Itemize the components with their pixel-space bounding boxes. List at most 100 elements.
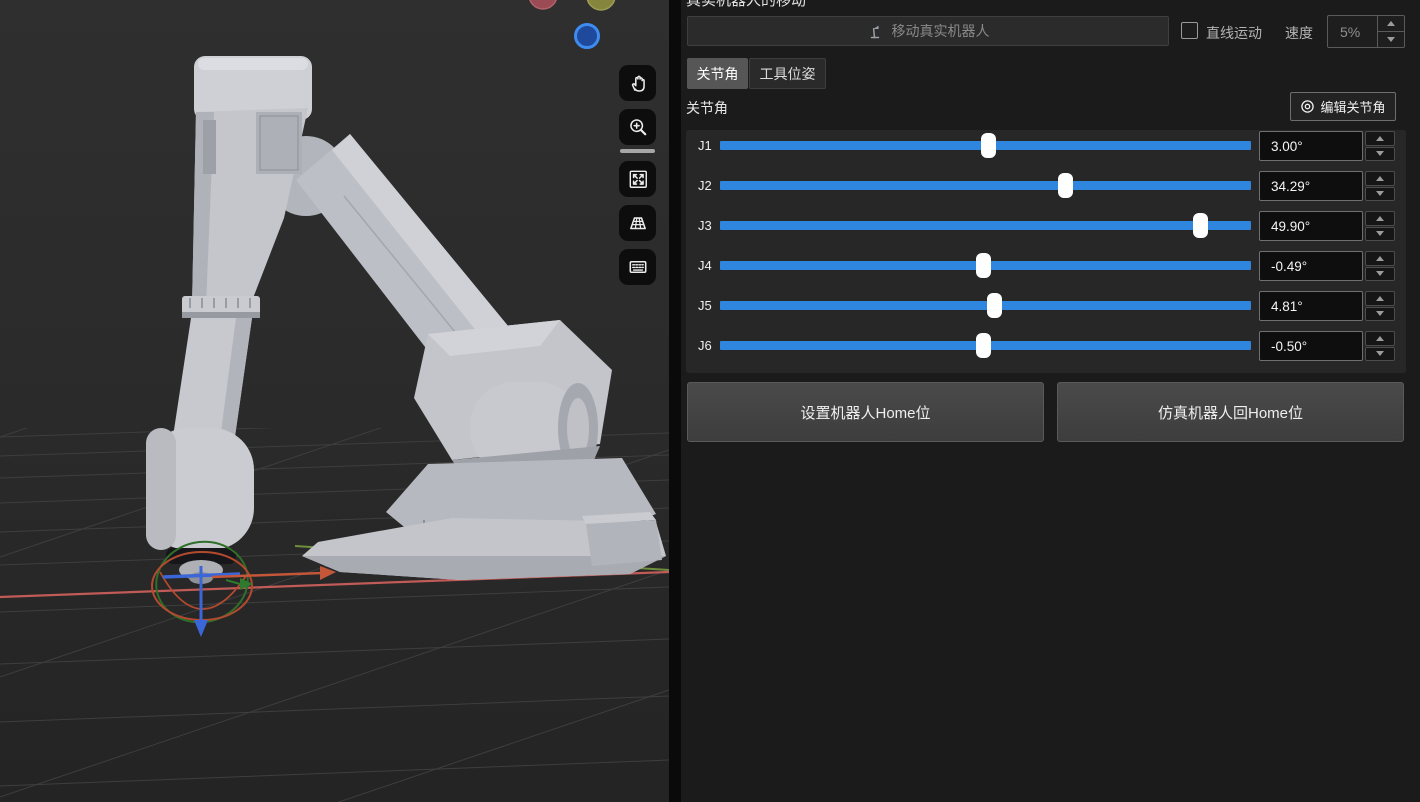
joint-row: J4 -0.49° <box>686 251 1406 281</box>
down-arrow-icon <box>1376 231 1384 236</box>
speed-increment-button[interactable] <box>1378 16 1404 31</box>
down-arrow-icon <box>1376 151 1384 156</box>
speed-spinbox: 5% <box>1327 15 1405 48</box>
toolbar-divider <box>620 149 655 153</box>
up-arrow-icon <box>1376 256 1384 261</box>
joint-slider-handle[interactable] <box>987 293 1002 318</box>
speed-spin-buttons <box>1377 16 1404 47</box>
joint-spin-buttons <box>1365 251 1395 281</box>
zoom-tool-button[interactable] <box>619 109 656 145</box>
gizmo-y-ball <box>587 0 615 10</box>
joint-slider[interactable] <box>720 221 1251 230</box>
joint-label: J4 <box>698 251 722 281</box>
move-real-robot-button[interactable]: 移动真实机器人 <box>687 16 1169 46</box>
joint-slider[interactable] <box>720 181 1251 190</box>
set-robot-home-button[interactable]: 设置机器人Home位 <box>687 382 1044 442</box>
joint-spin-buttons <box>1365 171 1395 201</box>
up-arrow-icon <box>1376 136 1384 141</box>
joint-slider-handle[interactable] <box>981 133 996 158</box>
speed-value-field[interactable]: 5% <box>1328 16 1377 47</box>
linear-motion-checkbox[interactable] <box>1181 22 1198 39</box>
joint-spinbox: 49.90° <box>1259 211 1397 241</box>
joint-value-field[interactable]: 3.00° <box>1259 131 1363 161</box>
pane-divider[interactable] <box>669 0 681 802</box>
gizmo-z-ball <box>576 25 599 48</box>
joint-slider-handle[interactable] <box>976 253 991 278</box>
speed-decrement-button[interactable] <box>1378 31 1404 47</box>
edit-joint-angles-label: 编辑关节角 <box>1320 97 1385 116</box>
joint-decrement-button[interactable] <box>1365 307 1395 322</box>
keyboard-shortcuts-button[interactable] <box>619 249 656 285</box>
joint-spin-buttons <box>1365 331 1395 361</box>
joint-spinbox: -0.49° <box>1259 251 1397 281</box>
joint-row: J5 4.81° <box>686 291 1406 321</box>
joint-value-field[interactable]: -0.50° <box>1259 331 1363 361</box>
panel-title: 真实机器人的移动 <box>686 0 806 10</box>
robot-model[interactable] <box>146 56 666 584</box>
joint-slider[interactable] <box>720 261 1251 270</box>
orientation-gizmo[interactable] <box>529 0 615 48</box>
joint-label: J5 <box>698 291 722 321</box>
joint-spinbox: 34.29° <box>1259 171 1397 201</box>
joint-increment-button[interactable] <box>1365 171 1395 186</box>
tab-tool-pose[interactable]: 工具位姿 <box>749 58 826 89</box>
joint-increment-button[interactable] <box>1365 291 1395 306</box>
section-title: 关节角 <box>686 98 728 118</box>
down-arrow-icon <box>1376 271 1384 276</box>
joint-row: J1 3.00° <box>686 131 1406 161</box>
joint-increment-button[interactable] <box>1365 331 1395 346</box>
joint-row: J6 -0.50° <box>686 331 1406 361</box>
fit-view-button[interactable] <box>619 161 656 197</box>
ground-grid-button[interactable] <box>619 205 656 241</box>
linear-motion-label: 直线运动 <box>1206 23 1262 43</box>
joint-value-field[interactable]: 34.29° <box>1259 171 1363 201</box>
joint-slider-handle[interactable] <box>1058 173 1073 198</box>
3d-scene[interactable] <box>0 0 669 802</box>
fit-view-icon <box>627 168 649 190</box>
tab-joint-angles[interactable]: 关节角 <box>687 58 748 89</box>
joint-label: J2 <box>698 171 722 201</box>
joint-slider-handle[interactable] <box>1193 213 1208 238</box>
joint-decrement-button[interactable] <box>1365 267 1395 282</box>
zoom-in-icon <box>627 116 649 138</box>
pan-tool-button[interactable] <box>619 65 656 101</box>
joint-decrement-button[interactable] <box>1365 187 1395 202</box>
robot-3d-viewport[interactable] <box>0 0 669 802</box>
joint-increment-button[interactable] <box>1365 211 1395 226</box>
simulate-robot-go-home-button[interactable]: 仿真机器人回Home位 <box>1057 382 1404 442</box>
joint-decrement-button[interactable] <box>1365 147 1395 162</box>
joint-value-field[interactable]: -0.49° <box>1259 251 1363 281</box>
joint-label: J6 <box>698 331 722 361</box>
move-real-robot-label: 移动真实机器人 <box>892 21 990 41</box>
down-arrow-icon <box>1376 191 1384 196</box>
down-arrow-icon <box>1387 37 1395 42</box>
up-arrow-icon <box>1376 216 1384 221</box>
robot-arm-icon <box>867 22 885 40</box>
concentric-circles-icon <box>1300 99 1315 114</box>
joint-slider[interactable] <box>720 141 1251 150</box>
joint-slider[interactable] <box>720 341 1251 350</box>
joint-spin-buttons <box>1365 211 1395 241</box>
down-arrow-icon <box>1376 351 1384 356</box>
joint-spin-buttons <box>1365 291 1395 321</box>
joint-value-field[interactable]: 4.81° <box>1259 291 1363 321</box>
joint-slider-handle[interactable] <box>976 333 991 358</box>
joint-value-field[interactable]: 49.90° <box>1259 211 1363 241</box>
joint-increment-button[interactable] <box>1365 251 1395 266</box>
keyboard-panel-icon <box>627 256 649 278</box>
app-window: 真实机器人的移动 移动真实机器人 直线运动 速度 5% 关节角 工具位姿 关节角 <box>0 0 1420 802</box>
up-arrow-icon <box>1376 296 1384 301</box>
ground-grid-icon <box>627 212 649 234</box>
joint-increment-button[interactable] <box>1365 131 1395 146</box>
joint-spin-buttons <box>1365 131 1395 161</box>
joint-row: J3 49.90° <box>686 211 1406 241</box>
joint-decrement-button[interactable] <box>1365 227 1395 242</box>
joint-slider[interactable] <box>720 301 1251 310</box>
up-arrow-icon <box>1376 176 1384 181</box>
pan-hand-icon <box>627 72 649 94</box>
joint-angles-group: J1 3.00° J2 34.29° J3 49.90° <box>686 130 1406 373</box>
robot-control-panel: 真实机器人的移动 移动真实机器人 直线运动 速度 5% 关节角 工具位姿 关节角 <box>681 0 1420 802</box>
edit-joint-angles-button[interactable]: 编辑关节角 <box>1290 92 1396 121</box>
joint-decrement-button[interactable] <box>1365 347 1395 362</box>
joint-row: J2 34.29° <box>686 171 1406 201</box>
